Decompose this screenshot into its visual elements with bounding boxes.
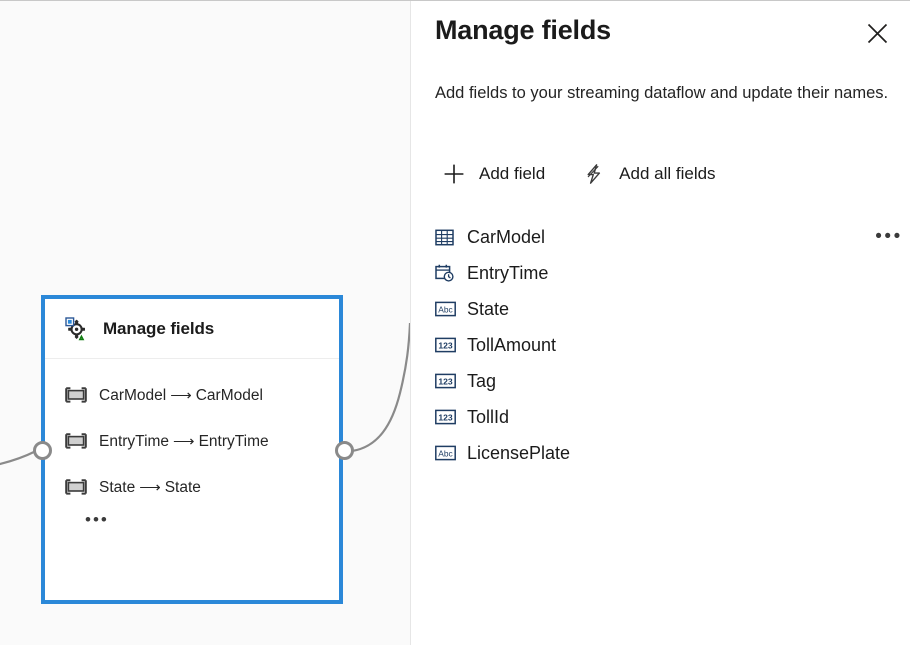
field-row[interactable]: 123 TollId (435, 399, 900, 435)
field-name: State (467, 299, 509, 320)
close-button[interactable] (858, 14, 896, 52)
svg-text:123: 123 (438, 413, 453, 423)
add-field-label: Add field (479, 164, 545, 184)
arrow-icon: ⟶ (135, 479, 165, 496)
add-all-fields-button[interactable]: Add all fields (575, 154, 723, 194)
field-rect-icon (65, 387, 87, 403)
node-mapping-row[interactable]: EntryTime⟶EntryTime (65, 423, 339, 459)
lightning-icon (583, 163, 605, 185)
field-row[interactable]: Abc LicensePlate (435, 435, 900, 471)
node-field-mappings: CarModel⟶CarModel EntryTime⟶EntryTime (45, 359, 339, 531)
dataflow-canvas[interactable]: Manage fields CarModel⟶CarModel (0, 1, 410, 645)
svg-text:Abc: Abc (438, 449, 452, 459)
field-list: CarModel ••• EntryTime (435, 219, 900, 471)
field-row[interactable]: EntryTime (435, 255, 900, 291)
node-mapping-source: State (99, 479, 135, 496)
node-more-button[interactable]: ••• (85, 515, 339, 531)
svg-text:Abc: Abc (438, 305, 452, 315)
manage-fields-node[interactable]: Manage fields CarModel⟶CarModel (41, 295, 343, 604)
add-all-fields-label: Add all fields (619, 164, 715, 184)
field-name: LicensePlate (467, 443, 570, 464)
field-row[interactable]: 123 TollAmount (435, 327, 900, 363)
add-field-button[interactable]: Add field (435, 154, 553, 194)
svg-text:123: 123 (438, 377, 453, 387)
123-icon: 123 (435, 337, 457, 353)
field-overflow-button[interactable]: ••• (876, 225, 902, 249)
panel-command-bar: Add field Add all fields (435, 154, 724, 194)
node-mapping-row[interactable]: CarModel⟶CarModel (65, 377, 339, 413)
node-mapping-label: EntryTime⟶EntryTime (99, 432, 269, 451)
datetime-icon (435, 264, 457, 282)
node-mapping-target: CarModel (196, 387, 263, 404)
node-title: Manage fields (103, 319, 214, 339)
panel-divider (410, 1, 411, 645)
field-row[interactable]: CarModel ••• (435, 219, 900, 255)
field-row[interactable]: Abc State (435, 291, 900, 327)
123-icon: 123 (435, 373, 457, 389)
node-mapping-label: State⟶State (99, 478, 201, 497)
table-icon (435, 229, 457, 246)
arrow-icon: ⟶ (166, 387, 196, 404)
close-icon (867, 23, 888, 44)
field-name: EntryTime (467, 263, 548, 284)
node-mapping-target: State (165, 479, 201, 496)
panel-description: Add fields to your streaming dataflow an… (435, 79, 900, 107)
arrow-icon: ⟶ (169, 433, 199, 450)
field-rect-icon (65, 479, 87, 495)
123-icon: 123 (435, 409, 457, 425)
abc-icon: Abc (435, 301, 457, 317)
node-mapping-row[interactable]: State⟶State (65, 469, 339, 505)
output-port[interactable] (335, 441, 354, 460)
abc-icon: Abc (435, 445, 457, 461)
field-rect-icon (65, 433, 87, 449)
field-name: TollId (467, 407, 509, 428)
plus-icon (443, 163, 465, 185)
node-mapping-label: CarModel⟶CarModel (99, 386, 263, 405)
node-header: Manage fields (45, 299, 339, 359)
app-root: Manage fields CarModel⟶CarModel (0, 0, 910, 645)
edge-incoming (0, 451, 36, 467)
field-name: TollAmount (467, 335, 556, 356)
node-mapping-target: EntryTime (199, 433, 269, 450)
node-mapping-source: EntryTime (99, 433, 169, 450)
field-name: Tag (467, 371, 496, 392)
manage-fields-node-icon (65, 317, 89, 341)
field-row[interactable]: 123 Tag (435, 363, 900, 399)
node-mapping-source: CarModel (99, 387, 166, 404)
svg-text:123: 123 (438, 341, 453, 351)
field-name: CarModel (467, 227, 545, 248)
edge-outgoing (352, 323, 410, 451)
page-title: Manage fields (435, 15, 611, 46)
manage-fields-panel: Manage fields Add fields to your streami… (411, 1, 910, 645)
input-port[interactable] (33, 441, 52, 460)
